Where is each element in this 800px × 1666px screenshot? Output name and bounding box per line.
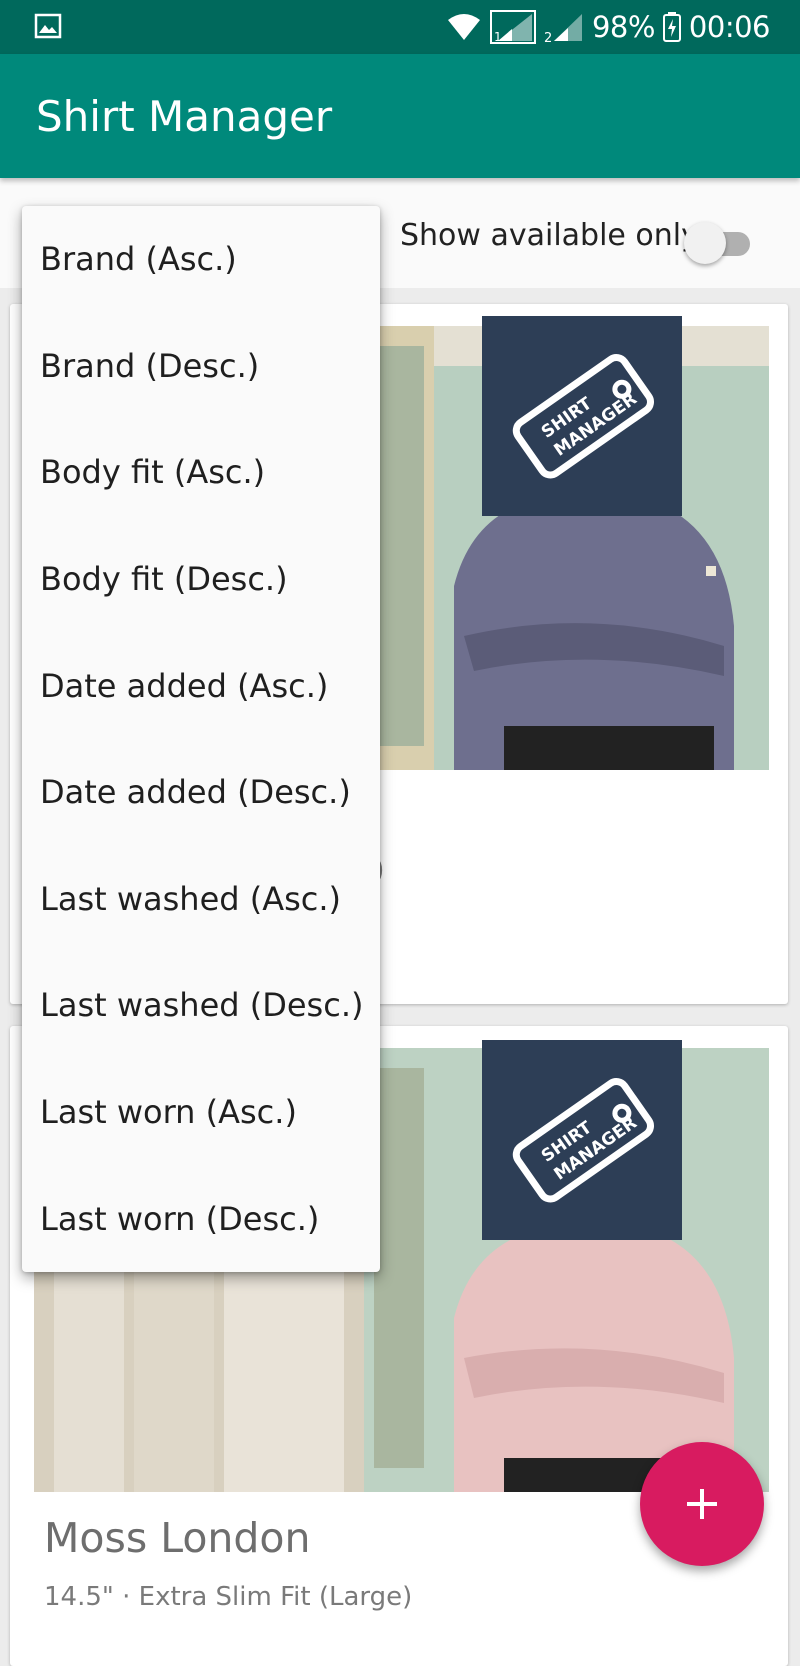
available-only-label: Show available only: [400, 218, 699, 253]
sort-option-last-washed-asc[interactable]: Last washed (Asc.): [22, 846, 380, 953]
toggle-thumb: [684, 222, 726, 264]
sort-option-brand-asc[interactable]: Brand (Asc.): [22, 206, 380, 313]
shirt-details: 14.5" · Extra Slim Fit (Large): [44, 1582, 413, 1612]
sort-option-last-worn-desc[interactable]: Last worn (Desc.): [22, 1165, 380, 1272]
sort-option-brand-desc[interactable]: Brand (Desc.): [22, 313, 380, 420]
status-bar: 1 2 98% 00:06: [0, 0, 800, 54]
wifi-icon: [447, 14, 480, 40]
plus-icon: [687, 1489, 717, 1519]
sort-option-body-fit-desc[interactable]: Body fit (Desc.): [22, 526, 380, 633]
clock: 00:06: [688, 10, 771, 44]
sort-option-last-worn-asc[interactable]: Last worn (Asc.): [22, 1059, 380, 1166]
shirt-manager-logo: SHIRT MANAGER: [482, 316, 682, 516]
available-only-toggle[interactable]: [684, 220, 754, 266]
app-title: Shirt Manager: [36, 92, 333, 141]
add-shirt-button[interactable]: [640, 1442, 764, 1566]
signal-sim2-icon: 2: [544, 14, 582, 44]
battery-percent: 98%: [591, 10, 655, 44]
sort-dropdown-menu: Brand (Asc.) Brand (Desc.) Body fit (Asc…: [22, 206, 380, 1272]
battery-charging-icon: [662, 12, 681, 42]
shirt-brand: Moss London: [44, 1514, 311, 1562]
sort-option-date-added-desc[interactable]: Date added (Desc.): [22, 739, 380, 846]
status-icons: 1 2 98% 00:06: [446, 8, 771, 46]
sort-option-last-washed-desc[interactable]: Last washed (Desc.): [22, 952, 380, 1059]
svg-text:2: 2: [544, 31, 552, 44]
svg-text:1: 1: [494, 30, 502, 44]
sort-option-body-fit-asc[interactable]: Body fit (Asc.): [22, 419, 380, 526]
shirt-manager-logo: SHIRT MANAGER: [482, 1040, 682, 1240]
image-notification-icon: [34, 13, 62, 39]
signal-sim1-icon: 1: [489, 10, 536, 44]
sort-option-date-added-asc[interactable]: Date added (Asc.): [22, 632, 380, 739]
app-bar: Shirt Manager: [0, 54, 800, 178]
